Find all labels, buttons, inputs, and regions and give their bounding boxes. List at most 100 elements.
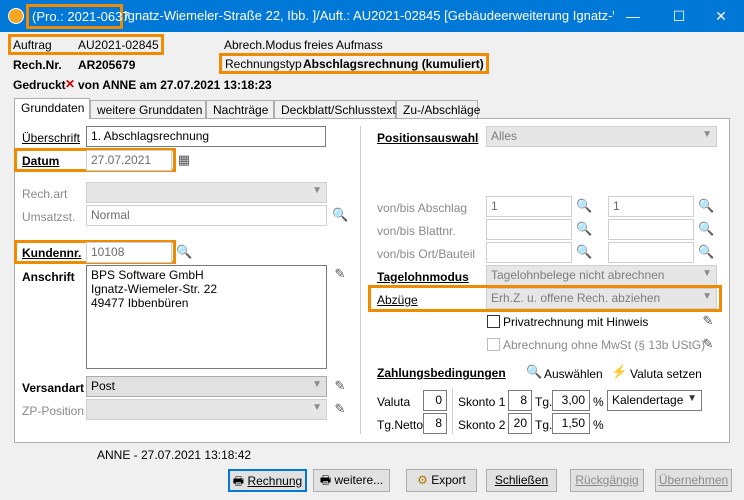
calendar-icon[interactable]: ▦	[176, 152, 192, 168]
search-icon[interactable]: 🔍	[698, 221, 714, 237]
anschrift-textarea[interactable]: BPS Software GmbH Ignatz-Wiemeler-Str. 2…	[86, 265, 327, 369]
zpposition-select[interactable]: ▼	[86, 399, 327, 420]
datum-label: Datum	[22, 154, 60, 168]
umsatzst-label: Umsatzst.	[22, 210, 76, 224]
search-icon[interactable]: 🔍	[576, 221, 592, 237]
versandart-select[interactable]: Post ▼	[86, 376, 327, 397]
search-icon[interactable]: 🔍	[698, 244, 714, 260]
anschrift-line: Ignatz-Wiemeler-Str. 22	[91, 282, 218, 296]
search-icon[interactable]: 🔍	[576, 244, 592, 260]
schliessen-button[interactable]: Schließen	[486, 469, 557, 492]
rechnr-value: AR205679	[78, 58, 136, 72]
valuta-setzen-link[interactable]: Valuta setzen	[630, 367, 702, 381]
weitere-button[interactable]: 🖶 weitere...	[313, 469, 390, 492]
abzuege-select[interactable]: Erh.Z. u. offene Rech. abziehen ▼	[486, 288, 717, 309]
edit-icon[interactable]: ✎	[700, 313, 716, 329]
title-project: (Pro.: 2021-0637	[32, 9, 130, 24]
abschlag-to-input[interactable]: 1	[608, 196, 694, 217]
rechnr-label: Rech.Nr.	[13, 58, 62, 72]
kalendertage-select[interactable]: Kalendertage ▼	[607, 390, 702, 411]
blattnr-from-input[interactable]	[486, 219, 572, 240]
ueberschrift-label: Überschrift	[22, 131, 81, 145]
datum-input[interactable]: 27.07.2021	[86, 150, 172, 171]
skonto2-pct-sign: %	[593, 418, 604, 432]
tab-zu-abschlaege[interactable]: Zu-/Abschläge	[396, 100, 480, 119]
printer-icon: 🖶	[232, 474, 245, 488]
skonto2-days-input[interactable]: 20	[508, 413, 532, 434]
search-icon[interactable]: 🔍	[526, 364, 542, 380]
tab-nachtraege[interactable]: Nachträge	[206, 100, 274, 119]
zahlungsbedingungen-title: Zahlungsbedingungen	[377, 366, 506, 380]
gedruckt-text: von ANNE am 27.07.2021 13:18:23	[78, 78, 272, 92]
chevron-down-icon: ▼	[312, 402, 322, 413]
search-icon[interactable]: 🔍	[176, 244, 192, 260]
zahlung-divider	[452, 388, 453, 434]
abschlag-from-input[interactable]: 1	[486, 196, 572, 217]
rechart-label: Rech.art	[22, 187, 68, 201]
privatrechnung-label: Privatrechnung mit Hinweis	[503, 315, 649, 329]
ortbauteil-from-input[interactable]	[486, 242, 572, 263]
status-text: ANNE - 27.07.2021 13:18:42	[97, 448, 252, 462]
tagelohnmodus-select[interactable]: Tagelohnbelege nicht abrechnen ▼	[486, 265, 717, 286]
title-bar: (Pro.: 2021-0637 Ignatz-Wiemeler-Straße …	[0, 0, 744, 32]
search-icon[interactable]: 🔍	[576, 198, 592, 214]
rechnungstyp-label: Rechnungstyp	[225, 57, 302, 71]
tgnetto-input[interactable]: 8	[423, 413, 447, 434]
edit-icon[interactable]: ✎	[332, 401, 348, 417]
rechnungstyp-value: Abschlagsrechnung (kumuliert)	[303, 57, 484, 71]
tab-grunddaten[interactable]: Grunddaten	[14, 98, 90, 119]
edit-icon[interactable]: ✎	[700, 336, 716, 352]
ortbauteil-label: von/bis Ort/Bauteil	[377, 247, 476, 261]
abrech-label: Abrech.Modus	[224, 38, 302, 52]
skonto1-pct-sign: %	[593, 395, 604, 409]
rechnung-button[interactable]: 🖶 Rechnung	[228, 469, 307, 492]
auswaehlen-link[interactable]: Auswählen	[544, 367, 603, 381]
rueckgaengig-button[interactable]: Rückgängig	[570, 469, 644, 492]
edit-icon[interactable]: ✎	[332, 378, 348, 394]
positionsauswahl-select[interactable]: Alles ▼	[486, 126, 717, 147]
edit-address-icon[interactable]: ✎	[332, 266, 348, 282]
ohne-mwst-label: Abrechnung ohne MwSt (§ 13b UStG)	[503, 338, 706, 352]
skonto1-pct-input[interactable]: 3,00	[552, 390, 590, 411]
close-button[interactable]: ✕	[698, 0, 744, 32]
search-icon[interactable]: 🔍	[698, 198, 714, 214]
kundennr-label: Kundennr.	[22, 246, 82, 260]
skonto1-label: Skonto 1	[458, 395, 506, 409]
chevron-down-icon: ▼	[702, 291, 712, 302]
anschrift-line: BPS Software GmbH	[91, 268, 204, 282]
chevron-down-icon: ▼	[312, 379, 322, 390]
chevron-down-icon: ▼	[702, 129, 712, 140]
auftrag-value: AU2021-02845	[78, 38, 159, 52]
export-button[interactable]: ⚙ Export	[406, 469, 477, 492]
zpposition-label: ZP-Position	[22, 404, 85, 418]
valuta-label: Valuta	[377, 395, 411, 409]
skonto1-days-input[interactable]: 8	[508, 390, 532, 411]
chevron-down-icon: ▼	[702, 268, 712, 279]
app-icon	[8, 8, 24, 24]
ohne-mwst-checkbox[interactable]	[487, 338, 500, 351]
skonto2-pct-input[interactable]: 1,50	[552, 413, 590, 434]
umsatzst-input[interactable]: Normal	[86, 205, 327, 226]
kundennr-input[interactable]: 10108	[86, 242, 172, 263]
valuta-input[interactable]: 0	[423, 390, 447, 411]
tab-bar: Grunddaten weitere Grunddaten Nachträge …	[14, 98, 484, 119]
abzuege-label: Abzüge	[377, 293, 418, 307]
lightning-icon[interactable]: ⚡	[611, 364, 627, 380]
gedruckt-label: Gedruckt	[13, 78, 66, 92]
versandart-label: Versandart	[22, 381, 85, 395]
column-divider	[360, 126, 361, 434]
chevron-down-icon: ▼	[687, 393, 697, 404]
privatrechnung-checkbox[interactable]	[487, 315, 500, 328]
blattnr-to-input[interactable]	[608, 219, 694, 240]
ortbauteil-to-input[interactable]	[608, 242, 694, 263]
uebernehmen-button[interactable]: Übernehmen	[655, 469, 732, 492]
tab-weitere-grunddaten[interactable]: weitere Grunddaten	[90, 100, 206, 119]
window-title: Ignatz-Wiemeler-Straße 22, Ibb. ]/Auft.:…	[124, 8, 614, 23]
rechart-select[interactable]: ▼	[86, 182, 327, 203]
tab-deckblatt[interactable]: Deckblatt/Schlusstext	[274, 100, 396, 119]
maximize-button[interactable]: ☐	[656, 0, 702, 32]
tagelohnmodus-label: Tagelohnmodus	[377, 270, 469, 284]
search-icon[interactable]: 🔍	[332, 207, 348, 223]
minimize-button[interactable]: —	[610, 0, 656, 32]
ueberschrift-input[interactable]: 1. Abschlagsrechnung	[86, 126, 326, 147]
